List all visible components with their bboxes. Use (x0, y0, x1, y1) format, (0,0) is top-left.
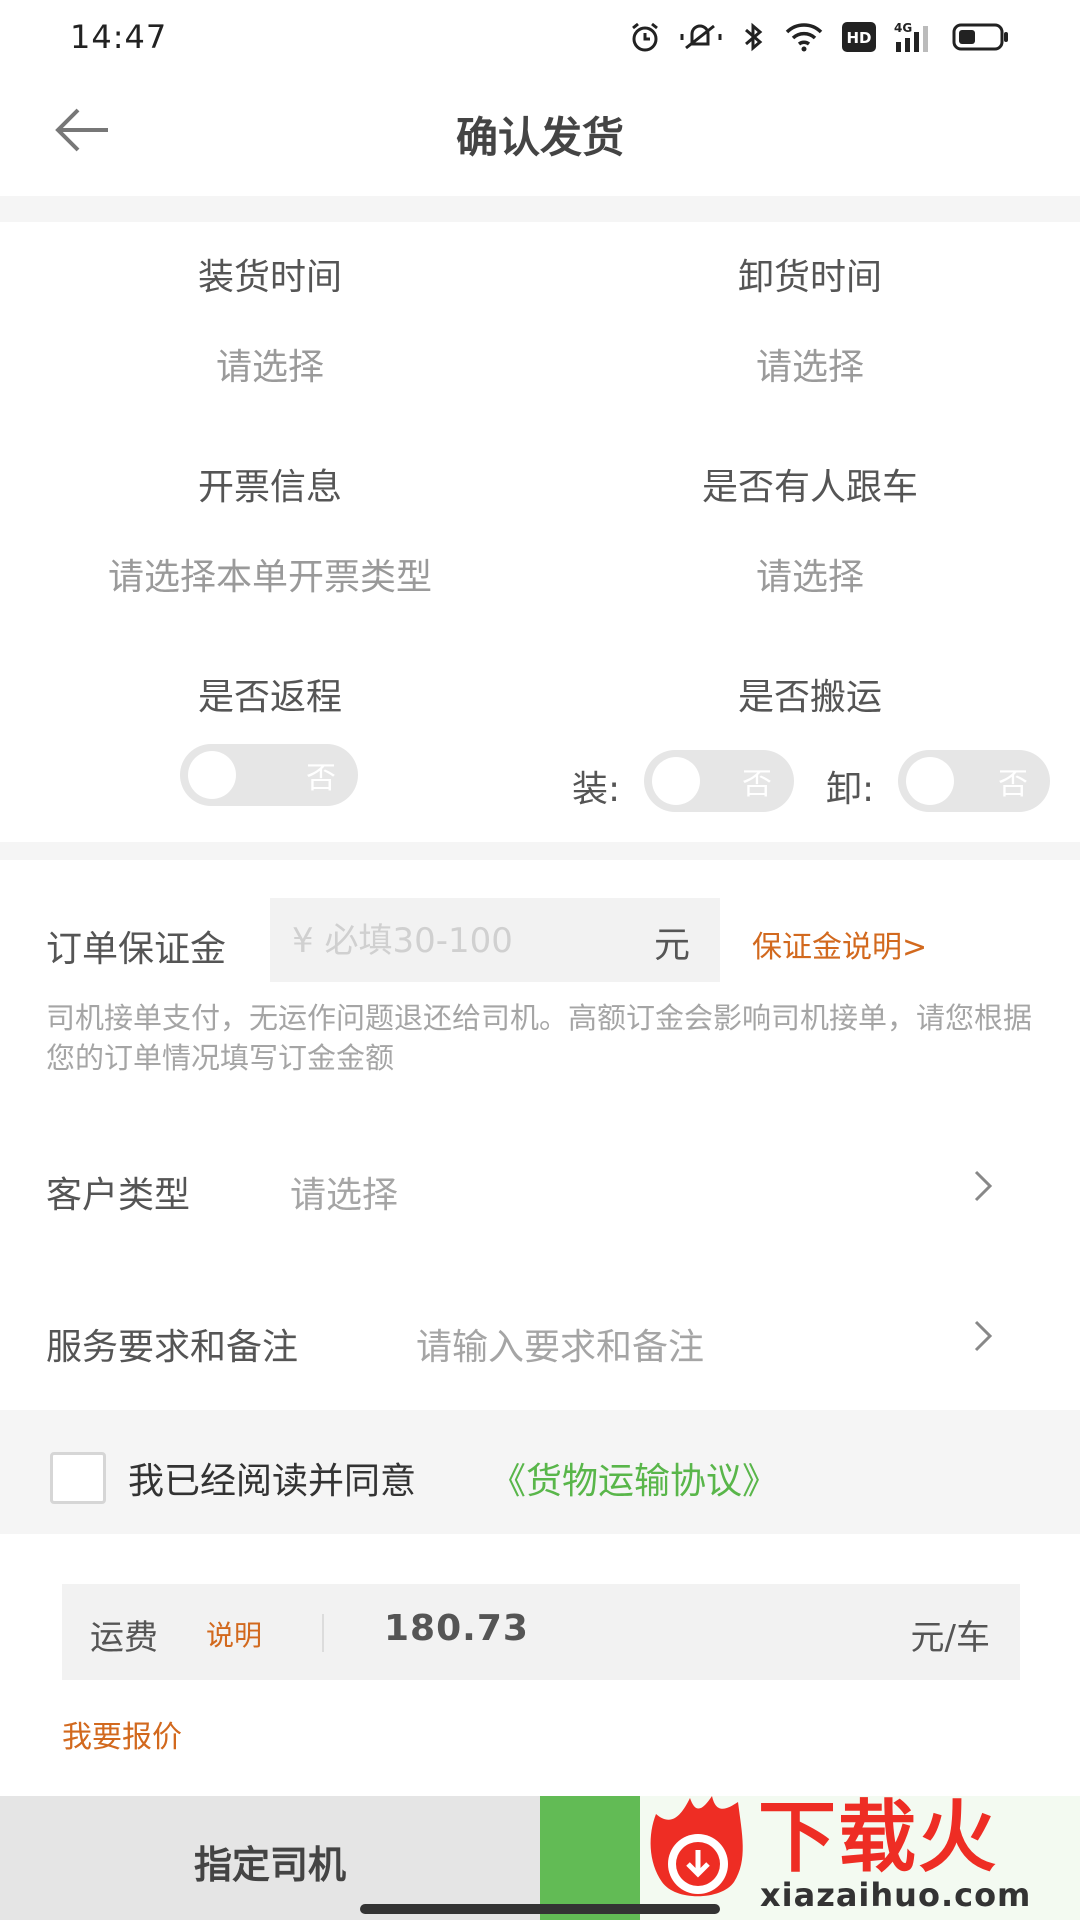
toggle-knob (906, 757, 954, 805)
handling-field: 是否搬运 (540, 668, 1080, 720)
service-notes-label: 服务要求和备注 (46, 1327, 299, 1368)
toggle-label: 否 (742, 767, 772, 802)
freight-label: 运费 (90, 1618, 158, 1658)
handling-label: 是否搬运 (737, 677, 882, 718)
invoice-label: 开票信息 (197, 467, 342, 508)
svg-text:4G: 4G (894, 21, 912, 35)
watermark: 下载火 xiazaihuo.com (640, 1790, 1080, 1920)
watermark-url: xiazaihuo.com (760, 1876, 1032, 1914)
deposit-label: 订单保证金 (46, 929, 227, 970)
chevron-right-icon[interactable] (968, 1316, 998, 1356)
status-bar: 14:47 HD 4G (0, 0, 1080, 80)
customer-type-label: 客户类型 (46, 1175, 191, 1216)
return-trip-label: 是否返程 (197, 677, 342, 718)
agreement-checkbox[interactable] (50, 1452, 106, 1504)
chevron-right-icon[interactable] (968, 1166, 998, 1206)
mute-icon (680, 24, 722, 50)
quote-link[interactable]: 我要报价 (62, 1712, 182, 1756)
load-time-label: 装货时间 (197, 257, 342, 298)
handling-load-toggle[interactable]: 否 (644, 750, 794, 812)
section-divider (0, 842, 1080, 860)
alarm-icon (632, 22, 658, 52)
agreement-text: 我已经阅读并同意 (128, 1461, 417, 1502)
assign-driver-label: 指定司机 (193, 1843, 346, 1887)
deposit-unit: 元 (653, 925, 690, 966)
svg-text:HD: HD (846, 29, 871, 47)
toggle-label: 否 (306, 761, 336, 796)
deposit-box: 元 (270, 898, 720, 982)
deposit-description: 司机接单支付，无运作问题退还给司机。高额订金会影响司机接单，请您根据您的订单情况… (46, 1001, 1033, 1075)
signal-icon: 4G (894, 21, 928, 52)
agreement-row: 我已经阅读并同意 《货物运输协议》 (0, 1410, 1080, 1534)
unload-time-label: 卸货时间 (737, 257, 882, 298)
escort-value: 请选择 (755, 557, 864, 598)
bluetooth-icon (745, 22, 763, 52)
freight-amount[interactable]: 180.73 (384, 1608, 529, 1649)
handling-unload-label: 卸: (826, 769, 875, 810)
status-icons: HD 4G (628, 20, 1010, 54)
handling-load-label: 装: (572, 769, 621, 810)
freight-separator (322, 1614, 324, 1652)
watermark-brand: 下载火 (758, 1793, 999, 1883)
escort-field[interactable]: 是否有人跟车 请选择 (540, 458, 1080, 600)
status-time: 14:47 (70, 18, 168, 56)
freight-unit: 元/车 (910, 1618, 990, 1658)
assign-driver-button[interactable]: 指定司机 (0, 1796, 540, 1920)
flame-logo-icon (650, 1796, 743, 1897)
load-time-value: 请选择 (215, 347, 324, 388)
nav-bar: 确认发货 (0, 80, 1080, 180)
deposit-info-link[interactable]: 保证金说明> (752, 922, 927, 966)
toggle-knob (652, 757, 700, 805)
section-divider (0, 196, 1080, 222)
wifi-icon (785, 23, 823, 52)
invoice-field[interactable]: 开票信息 请选择本单开票类型 (0, 458, 540, 600)
hd-icon: HD (842, 22, 876, 52)
toggle-knob (188, 751, 236, 799)
freight-box: 运费 说明 180.73 元/车 (62, 1584, 1020, 1680)
return-trip-field: 是否返程 (0, 668, 540, 720)
unload-time-value: 请选择 (755, 347, 864, 388)
customer-type-value[interactable]: 请选择 (290, 1166, 398, 1218)
page-title: 确认发货 (455, 113, 624, 162)
freight-explain-link[interactable]: 说明 (206, 1614, 262, 1654)
toggle-label: 否 (998, 767, 1028, 802)
service-notes-value[interactable]: 请输入要求和备注 (416, 1318, 704, 1370)
agreement-link[interactable]: 《货物运输协议》 (490, 1452, 778, 1504)
handling-unload-toggle[interactable]: 否 (898, 750, 1050, 812)
deposit-input[interactable] (290, 912, 614, 970)
battery-icon (952, 23, 1008, 51)
load-time-field[interactable]: 装货时间 请选择 (0, 248, 540, 390)
invoice-value: 请选择本单开票类型 (107, 557, 432, 598)
return-trip-toggle[interactable]: 否 (180, 744, 358, 806)
escort-label: 是否有人跟车 (701, 467, 918, 508)
home-indicator[interactable] (360, 1904, 720, 1914)
unload-time-field[interactable]: 卸货时间 请选择 (540, 248, 1080, 390)
